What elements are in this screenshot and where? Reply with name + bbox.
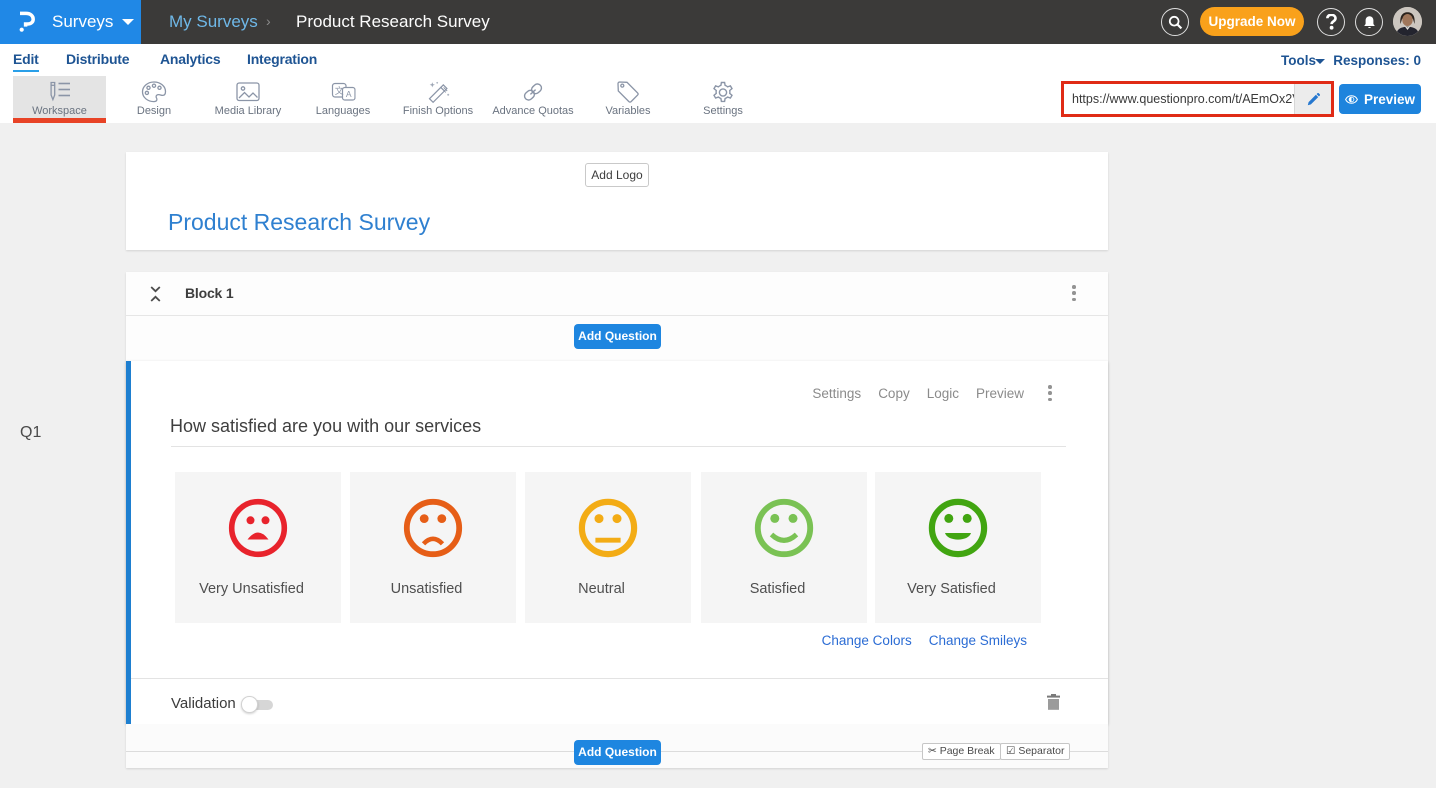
svg-text:文: 文 [335,85,344,96]
svg-text:A: A [346,89,352,99]
